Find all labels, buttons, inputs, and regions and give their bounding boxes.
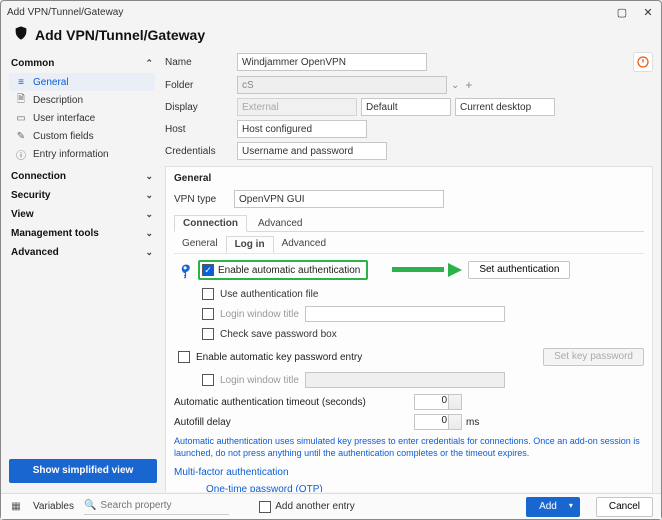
display-desktop-select[interactable]: Current desktop xyxy=(455,98,555,116)
auto-auth-timeout-label: Automatic authentication timeout (second… xyxy=(174,397,384,408)
enable-auto-auth-highlight: Enable automatic authentication xyxy=(198,260,368,280)
folder-add-icon[interactable]: + xyxy=(465,78,472,92)
cancel-button[interactable]: Cancel xyxy=(596,497,653,517)
info-icon: ⓘ xyxy=(15,148,27,160)
sidebar-section-connection[interactable]: Connection⌄ xyxy=(7,167,157,186)
key-login-window-title-input xyxy=(305,372,505,388)
autofill-delay-spinner[interactable]: 0 xyxy=(414,414,462,430)
chevron-down-icon: ⌄ xyxy=(145,190,153,201)
host-label: Host xyxy=(165,124,237,135)
search-property-input[interactable] xyxy=(100,500,229,511)
key-icon xyxy=(174,261,192,279)
folder-label: Folder xyxy=(165,80,237,91)
sidebar-section-common[interactable]: Common⌃ xyxy=(7,54,157,73)
add-another-entry-label: Add another entry xyxy=(275,501,355,512)
sidebar-section-security[interactable]: Security⌄ xyxy=(7,186,157,205)
credentials-label: Credentials xyxy=(165,146,237,157)
grid-icon[interactable]: ▦ xyxy=(9,500,23,514)
key-login-window-title-checkbox xyxy=(202,374,214,386)
folder-chevron-icon[interactable]: ⌄ xyxy=(451,80,459,91)
login-window-title-checkbox[interactable] xyxy=(202,308,214,320)
display-default-select[interactable]: Default xyxy=(361,98,451,116)
annotation-arrow xyxy=(392,263,462,277)
sidebar-item-entry-information[interactable]: ⓘEntry information xyxy=(9,145,155,163)
check-save-password-label: Check save password box xyxy=(220,329,337,340)
chevron-down-icon: ⌄ xyxy=(145,209,153,220)
enable-auto-auth-checkbox[interactable] xyxy=(202,264,214,276)
otp-link[interactable]: One-time password (OTP) xyxy=(206,484,323,492)
auto-auth-note: Automatic authentication uses simulated … xyxy=(174,436,644,459)
sidebar-section-management-tools[interactable]: Management tools⌄ xyxy=(7,224,157,243)
use-auth-file-checkbox[interactable] xyxy=(202,288,214,300)
window-close-icon[interactable]: ✕ xyxy=(641,6,655,19)
openvpn-icon[interactable] xyxy=(633,52,653,72)
panel-title-general: General xyxy=(174,173,644,184)
vpn-type-label: VPN type xyxy=(174,194,234,205)
tab-advanced[interactable]: Advanced xyxy=(249,215,311,232)
sidebar-item-custom-fields[interactable]: ✎Custom fields xyxy=(9,127,155,145)
display-mode-select: External xyxy=(237,98,357,116)
shield-icon xyxy=(13,25,29,44)
display-label: Display xyxy=(165,102,237,113)
sidebar-item-general[interactable]: ≡General xyxy=(9,73,155,91)
mfa-header: Multi-factor authentication xyxy=(174,467,644,478)
subtab-advanced[interactable]: Advanced xyxy=(274,236,334,253)
autofill-delay-unit: ms xyxy=(466,417,479,428)
sidebar-item-description[interactable]: 🗎Description xyxy=(9,91,155,109)
host-select[interactable]: Host configured xyxy=(237,120,367,138)
use-auth-file-label: Use authentication file xyxy=(220,289,318,300)
name-label: Name xyxy=(165,57,237,68)
sidebar: Common⌃ ≡General 🗎Description ▭User inte… xyxy=(1,50,161,492)
window-title: Add VPN/Tunnel/Gateway xyxy=(7,7,123,18)
enable-auto-auth-label: Enable automatic authentication xyxy=(218,265,360,276)
login-window-title-label: Login window title xyxy=(220,309,299,320)
subtab-general[interactable]: General xyxy=(174,236,226,253)
chevron-down-icon: ⌄ xyxy=(145,228,153,239)
chevron-down-icon: ⌄ xyxy=(145,171,153,182)
tab-connection[interactable]: Connection xyxy=(174,215,247,232)
autofill-delay-label: Autofill delay xyxy=(174,417,384,428)
set-authentication-button[interactable]: Set authentication xyxy=(468,261,570,279)
search-icon: 🔍 xyxy=(84,499,96,513)
ui-icon: ▭ xyxy=(15,112,27,124)
enable-key-password-checkbox[interactable] xyxy=(178,351,190,363)
description-icon: 🗎 xyxy=(15,94,27,106)
enable-key-password-label: Enable automatic key password entry xyxy=(196,352,362,363)
set-key-password-button: Set key password xyxy=(543,348,644,366)
sidebar-section-advanced[interactable]: Advanced⌄ xyxy=(7,243,157,262)
variables-label[interactable]: Variables xyxy=(33,501,74,512)
add-another-entry-checkbox[interactable] xyxy=(259,501,271,513)
credentials-select[interactable]: Username and password xyxy=(237,142,387,160)
auto-auth-timeout-spinner[interactable]: 0 xyxy=(414,394,462,410)
subtab-login[interactable]: Log in xyxy=(226,236,274,253)
window-maximize-icon[interactable]: ▢ xyxy=(615,6,629,19)
show-simplified-view-button[interactable]: Show simplified view xyxy=(9,459,157,483)
general-icon: ≡ xyxy=(15,76,27,88)
custom-fields-icon: ✎ xyxy=(15,130,27,142)
login-window-title-input[interactable] xyxy=(305,306,505,322)
chevron-down-icon: ⌄ xyxy=(145,247,153,258)
sidebar-item-user-interface[interactable]: ▭User interface xyxy=(9,109,155,127)
check-save-password-checkbox[interactable] xyxy=(202,328,214,340)
sidebar-section-view[interactable]: View⌄ xyxy=(7,205,157,224)
page-title: Add VPN/Tunnel/Gateway xyxy=(35,27,205,43)
key-login-window-title-label: Login window title xyxy=(220,375,299,386)
folder-input xyxy=(237,76,447,94)
name-input[interactable] xyxy=(237,53,427,71)
add-button[interactable]: Add xyxy=(526,497,580,517)
vpn-type-select[interactable]: OpenVPN GUI xyxy=(234,190,444,208)
chevron-up-icon: ⌃ xyxy=(145,58,153,69)
